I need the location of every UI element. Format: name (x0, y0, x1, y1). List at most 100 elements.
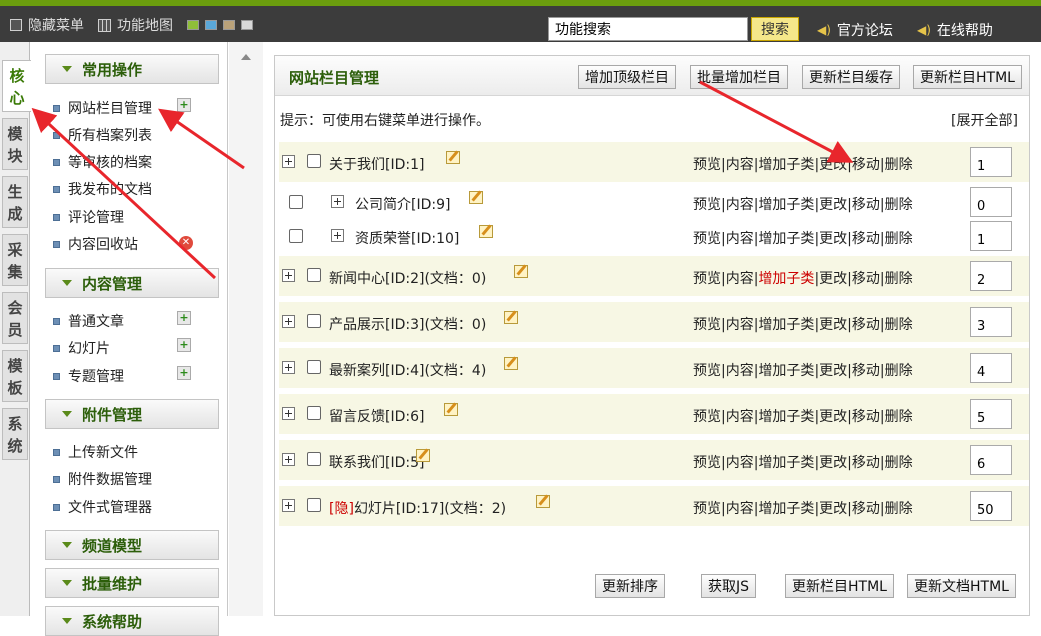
content-link[interactable]: 内容 (726, 271, 754, 287)
expand-icon[interactable] (282, 499, 295, 512)
add-subcategory-link[interactable]: 增加子类 (758, 157, 814, 173)
theme-gray-swatch[interactable] (241, 20, 253, 30)
preview-link[interactable]: 预览 (693, 409, 721, 425)
edit-link[interactable]: 更改 (819, 363, 847, 379)
move-link[interactable]: 移动 (852, 363, 880, 379)
category-name-link[interactable]: 留言反馈[ID:6] (329, 406, 424, 426)
add-top-category-button[interactable]: 增加顶级栏目 (578, 65, 676, 89)
sidebar-item-slideshow[interactable]: 幻灯片 (53, 338, 110, 358)
sidebar-item-file-manager[interactable]: 文件式管理器 (53, 497, 152, 517)
category-name-link[interactable]: 产品展示[ID:3](文档：0) (329, 314, 486, 334)
sort-order-input[interactable] (970, 187, 1012, 217)
section-content[interactable]: 内容管理 (45, 268, 219, 298)
row-checkbox[interactable] (307, 154, 321, 168)
add-subcategory-link[interactable]: 增加子类 (758, 409, 814, 425)
theme-brown-swatch[interactable] (223, 20, 235, 30)
row-checkbox[interactable] (307, 452, 321, 466)
content-link[interactable]: 内容 (726, 409, 754, 425)
content-link[interactable]: 内容 (726, 157, 754, 173)
tab-collect[interactable]: 采集 (2, 234, 28, 286)
preview-link[interactable]: 预览 (693, 455, 721, 471)
hide-menu-link[interactable]: 隐藏菜单 (10, 15, 84, 35)
update-category-cache-button[interactable]: 更新栏目缓存 (802, 65, 900, 89)
preview-link[interactable]: 预览 (693, 197, 721, 213)
sidebar-item-all-archives[interactable]: 所有档案列表 (53, 125, 152, 145)
edit-link[interactable]: 更改 (819, 317, 847, 333)
get-js-button[interactable]: 获取JS (701, 574, 757, 598)
edit-link[interactable]: 更改 (819, 197, 847, 213)
sidebar-item-article[interactable]: 普通文章 (53, 311, 124, 331)
category-name-link[interactable]: 联系我们[ID:5] (329, 452, 424, 472)
theme-green-swatch[interactable] (187, 20, 199, 30)
content-link[interactable]: 内容 (726, 501, 754, 517)
expand-icon[interactable] (331, 195, 344, 208)
sort-order-input[interactable] (970, 147, 1012, 177)
collapse-up-icon[interactable] (241, 54, 251, 60)
edit-link[interactable]: 更改 (819, 157, 847, 173)
update-order-button[interactable]: 更新排序 (595, 574, 665, 598)
row-checkbox[interactable] (289, 195, 303, 209)
expand-icon[interactable] (282, 407, 295, 420)
delete-link[interactable]: 删除 (885, 197, 913, 213)
expand-icon[interactable] (282, 361, 295, 374)
sort-order-input[interactable] (970, 221, 1012, 251)
row-checkbox[interactable] (307, 498, 321, 512)
move-link[interactable]: 移动 (852, 157, 880, 173)
move-link[interactable]: 移动 (852, 271, 880, 287)
expand-all-link[interactable]: [展开全部] (951, 110, 1018, 130)
help-link[interactable]: ◀) 在线帮助 (917, 20, 993, 40)
delete-link[interactable]: 删除 (885, 363, 913, 379)
tab-core[interactable]: 核心 (2, 60, 31, 112)
section-attachments[interactable]: 附件管理 (45, 399, 219, 429)
row-checkbox[interactable] (307, 314, 321, 328)
preview-link[interactable]: 预览 (693, 157, 721, 173)
row-checkbox[interactable] (289, 229, 303, 243)
feature-map-link[interactable]: 功能地图 (98, 15, 173, 35)
content-link[interactable]: 内容 (726, 231, 754, 247)
add-subcategory-link[interactable]: 增加子类 (758, 271, 814, 287)
edit-icon[interactable] (504, 311, 518, 324)
tab-templates[interactable]: 模板 (2, 350, 28, 402)
move-link[interactable]: 移动 (852, 231, 880, 247)
preview-link[interactable]: 预览 (693, 231, 721, 247)
edit-icon[interactable] (444, 403, 458, 416)
update-document-html-button[interactable]: 更新文档HTML (907, 574, 1016, 598)
edit-link[interactable]: 更改 (819, 271, 847, 287)
category-name-link[interactable]: 新闻中心[ID:2](文档：0) (329, 268, 486, 288)
sort-order-input[interactable] (970, 307, 1012, 337)
delete-link[interactable]: 删除 (885, 231, 913, 247)
delete-link[interactable]: 删除 (885, 271, 913, 287)
theme-blue-swatch[interactable] (205, 20, 217, 30)
sidebar-item-category-manage[interactable]: 网站栏目管理 (53, 98, 152, 118)
sidebar-item-recycle-bin[interactable]: 内容回收站 (53, 234, 138, 254)
edit-icon[interactable] (469, 191, 483, 204)
sort-order-input[interactable] (970, 399, 1012, 429)
preview-link[interactable]: 预览 (693, 363, 721, 379)
delete-link[interactable]: 删除 (885, 157, 913, 173)
add-icon[interactable]: + (177, 366, 191, 380)
move-link[interactable]: 移动 (852, 197, 880, 213)
add-subcategory-link[interactable]: 增加子类 (758, 501, 814, 517)
delete-link[interactable]: 删除 (885, 317, 913, 333)
edit-link[interactable]: 更改 (819, 409, 847, 425)
tab-modules[interactable]: 模块 (2, 118, 28, 170)
sidebar-item-my-documents[interactable]: 我发布的文档 (53, 179, 152, 199)
edit-icon[interactable] (479, 225, 493, 238)
category-name-link[interactable]: [隐]幻灯片[ID:17](文档：2) (329, 498, 506, 518)
move-link[interactable]: 移动 (852, 455, 880, 471)
row-checkbox[interactable] (307, 360, 321, 374)
content-link[interactable]: 内容 (726, 317, 754, 333)
edit-icon[interactable] (416, 449, 430, 462)
row-checkbox[interactable] (307, 268, 321, 282)
edit-link[interactable]: 更改 (819, 501, 847, 517)
tab-members[interactable]: 会员 (2, 292, 28, 344)
tab-system[interactable]: 系统 (2, 408, 28, 460)
add-subcategory-link[interactable]: 增加子类 (758, 363, 814, 379)
sidebar-item-comments[interactable]: 评论管理 (53, 207, 124, 227)
update-category-html-button[interactable]: 更新栏目HTML (913, 65, 1022, 89)
move-link[interactable]: 移动 (852, 409, 880, 425)
row-checkbox[interactable] (307, 406, 321, 420)
category-name-link[interactable]: 最新案列[ID:4](文档：4) (329, 360, 486, 380)
search-button[interactable]: 搜索 (751, 17, 799, 41)
delete-link[interactable]: 删除 (885, 501, 913, 517)
